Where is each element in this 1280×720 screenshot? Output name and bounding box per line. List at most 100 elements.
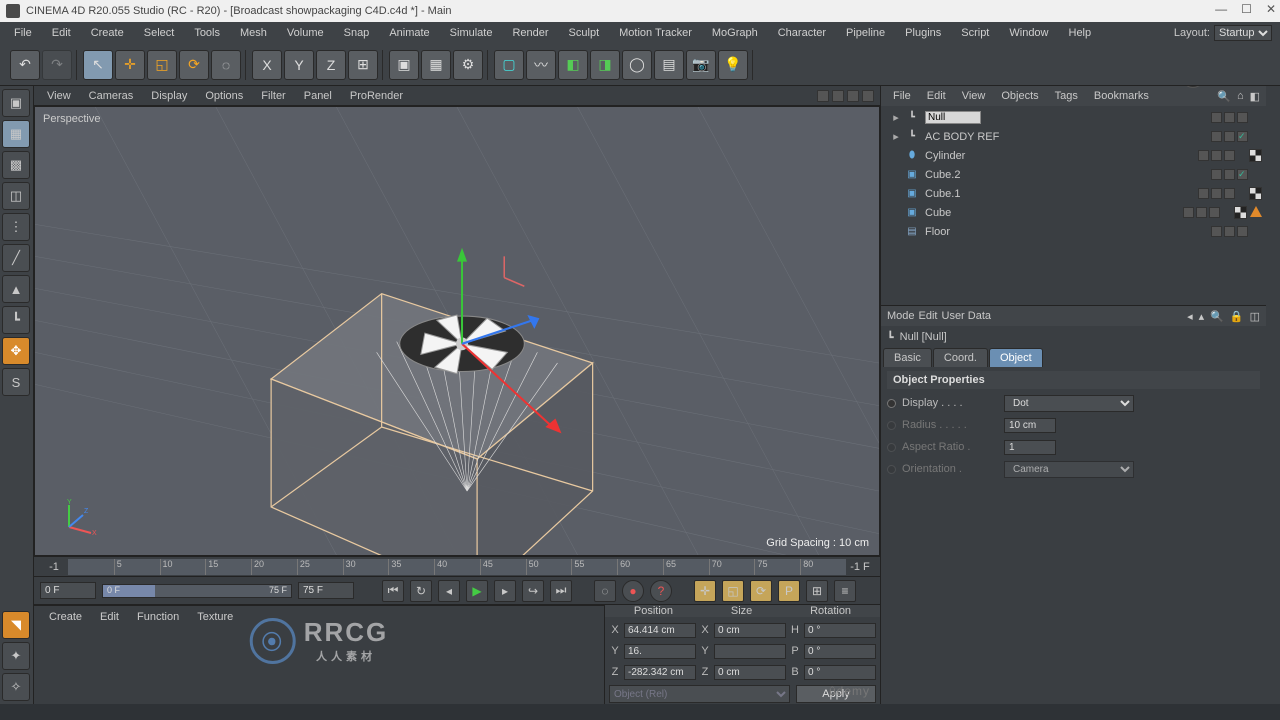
menu-script[interactable]: Script <box>953 25 997 41</box>
coord-system-button[interactable]: ⊞ <box>348 50 378 80</box>
object-row[interactable]: ▤Floor <box>885 222 1262 241</box>
coord-mode-select[interactable]: Object (Rel) <box>609 685 790 703</box>
search-icon[interactable]: 🔍 <box>1217 90 1231 103</box>
visibility-dots[interactable] <box>1198 188 1235 199</box>
animation-layer-button[interactable]: ≡ <box>834 580 856 602</box>
visibility-dots[interactable] <box>1211 169 1248 180</box>
move-tool[interactable]: ✛ <box>115 50 145 80</box>
add-environment-button[interactable]: ◯ <box>622 50 652 80</box>
vp-menu-view[interactable]: View <box>40 89 78 103</box>
render-picture-button[interactable]: ▦ <box>421 50 451 80</box>
maximize-button[interactable]: ☐ <box>1241 2 1252 16</box>
tab-object[interactable]: Object <box>989 348 1043 367</box>
texture-tag-icon[interactable] <box>1249 149 1262 162</box>
om-menu-file[interactable]: File <box>887 89 917 103</box>
render-settings-button[interactable]: ⚙ <box>453 50 483 80</box>
nav-search-icon[interactable]: 🔍 <box>1210 310 1224 323</box>
lock-y-button[interactable]: Y <box>284 50 314 80</box>
visibility-dots[interactable] <box>1211 112 1248 123</box>
menu-tools[interactable]: Tools <box>186 25 228 41</box>
vp-menu-panel[interactable]: Panel <box>297 89 339 103</box>
menu-help[interactable]: Help <box>1061 25 1100 41</box>
menu-simulate[interactable]: Simulate <box>442 25 501 41</box>
param-key-toggle[interactable]: P <box>778 580 800 602</box>
axis-mode-button[interactable]: ┗ <box>2 306 30 334</box>
scale-key-toggle[interactable]: ◱ <box>722 580 744 602</box>
goto-start-button[interactable]: ⏮ <box>382 580 404 602</box>
menu-render[interactable]: Render <box>504 25 556 41</box>
visibility-dots[interactable] <box>1211 226 1248 237</box>
undo-button[interactable]: ↶ <box>10 50 40 80</box>
object-name[interactable]: Cylinder <box>923 150 1194 162</box>
vp-maximize-icon[interactable] <box>862 90 874 102</box>
object-row[interactable]: ⬮Cylinder <box>885 146 1262 165</box>
tab-basic[interactable]: Basic <box>883 348 932 367</box>
texture-tag-icon[interactable] <box>1234 206 1247 219</box>
add-light-button[interactable]: 💡 <box>718 50 748 80</box>
object-row[interactable]: ▣Cube.2 <box>885 165 1262 184</box>
menu-edit[interactable]: Edit <box>44 25 79 41</box>
vp-menu-filter[interactable]: Filter <box>254 89 292 103</box>
add-floor-button[interactable]: ▤ <box>654 50 684 80</box>
workplane-button[interactable]: ◫ <box>2 182 30 210</box>
anim-dot-icon[interactable] <box>887 399 896 408</box>
visibility-dots[interactable] <box>1211 131 1248 142</box>
vp-rotate-icon[interactable] <box>847 90 859 102</box>
isoline-button[interactable]: ✧ <box>2 673 30 701</box>
menu-animate[interactable]: Animate <box>381 25 437 41</box>
close-button[interactable]: ✕ <box>1266 2 1276 16</box>
menu-motion-tracker[interactable]: Motion Tracker <box>611 25 700 41</box>
recent-tool[interactable]: ◌ <box>211 50 241 80</box>
snap-toggle-button[interactable]: S <box>2 368 30 396</box>
object-tree[interactable]: ▸┗▸┗AC BODY REF⬮Cylinder▣Cube.2▣Cube.1▣C… <box>881 106 1266 305</box>
am-menu-edit[interactable]: Edit <box>919 310 938 322</box>
menu-character[interactable]: Character <box>770 25 834 41</box>
polygon-mode-button[interactable]: ▲ <box>2 275 30 303</box>
tab-coord[interactable]: Coord. <box>933 348 988 367</box>
layout-select[interactable]: Startup <box>1214 25 1272 41</box>
om-menu-bookmarks[interactable]: Bookmarks <box>1088 89 1155 103</box>
edge-mode-button[interactable]: ╱ <box>2 244 30 272</box>
model-mode-button[interactable]: ▦ <box>2 120 30 148</box>
om-menu-objects[interactable]: Objects <box>995 89 1044 103</box>
lock-icon[interactable]: 🔒 <box>1230 310 1244 323</box>
menu-volume[interactable]: Volume <box>279 25 332 41</box>
home-icon[interactable]: ⌂ <box>1237 90 1244 103</box>
current-frame-field[interactable] <box>40 582 96 599</box>
autokey-button[interactable]: ● <box>622 580 644 602</box>
point-mode-button[interactable]: ⋮ <box>2 213 30 241</box>
path-icon[interactable]: ◧ <box>1250 90 1260 103</box>
nav-up-icon[interactable]: ▴ <box>1199 310 1205 323</box>
record-key-button[interactable]: ◌ <box>594 580 616 602</box>
nav-back-icon[interactable]: ◂ <box>1187 310 1193 323</box>
add-deformer-button[interactable]: ◨ <box>590 50 620 80</box>
live-select-tool[interactable]: ↖ <box>83 50 113 80</box>
rename-input[interactable] <box>925 111 981 124</box>
size-field[interactable] <box>714 644 786 659</box>
rot-key-toggle[interactable]: ⟳ <box>750 580 772 602</box>
rotation-field[interactable] <box>804 623 876 638</box>
object-name[interactable]: Cube.2 <box>923 169 1207 181</box>
mat-menu-texture[interactable]: Texture <box>190 610 240 624</box>
vp-menu-options[interactable]: Options <box>198 89 250 103</box>
object-name[interactable]: Cube.1 <box>923 188 1194 200</box>
expand-icon[interactable]: ▸ <box>891 111 901 124</box>
object-name[interactable]: AC BODY REF <box>923 131 1207 143</box>
xray-button[interactable]: ✦ <box>2 642 30 670</box>
menu-file[interactable]: File <box>6 25 40 41</box>
redo-button[interactable]: ↷ <box>42 50 72 80</box>
new-window-icon[interactable]: ◫ <box>1250 310 1260 323</box>
rotate-tool[interactable]: ⟳ <box>179 50 209 80</box>
object-name[interactable]: Floor <box>923 226 1207 238</box>
minimize-button[interactable]: — <box>1215 2 1227 16</box>
menu-create[interactable]: Create <box>83 25 132 41</box>
perspective-viewport[interactable]: Perspective <box>34 106 880 556</box>
object-name[interactable]: Cube <box>923 207 1179 219</box>
loop-button[interactable]: ↻ <box>410 580 432 602</box>
texture-mode-button[interactable]: ▩ <box>2 151 30 179</box>
menu-sculpt[interactable]: Sculpt <box>561 25 608 41</box>
rotation-field[interactable] <box>804 644 876 659</box>
render-view-button[interactable]: ▣ <box>389 50 419 80</box>
object-row[interactable]: ▣Cube.1 <box>885 184 1262 203</box>
vp-menu-prorender[interactable]: ProRender <box>343 89 410 103</box>
